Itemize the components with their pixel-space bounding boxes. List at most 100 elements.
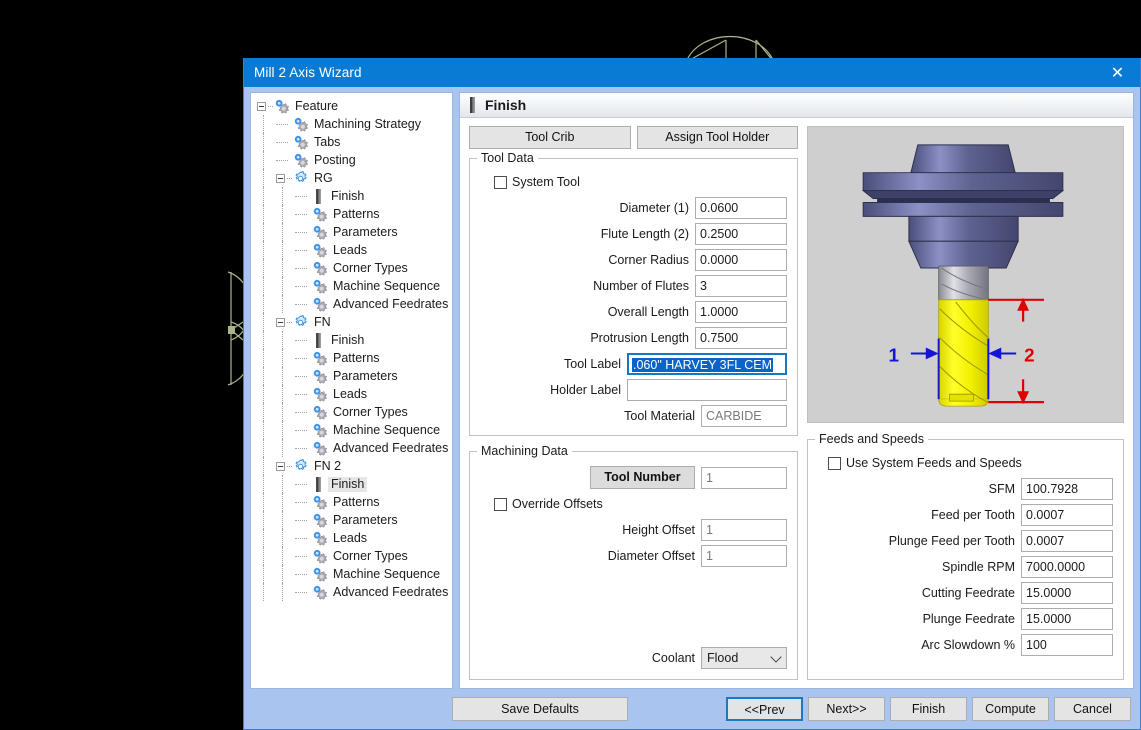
tool-number-button[interactable]: Tool Number <box>590 466 695 489</box>
feeds-field-input[interactable]: 100 <box>1021 634 1113 656</box>
feeds-field-value: 15.0000 <box>1026 612 1072 626</box>
tree-connector <box>295 411 307 413</box>
system-tool-checkbox[interactable] <box>494 175 507 189</box>
tree-item-feature[interactable]: Feature <box>253 97 452 115</box>
tool-crib-button[interactable]: Tool Crib <box>469 126 631 149</box>
feeds-field-input[interactable]: 15.0000 <box>1021 608 1113 630</box>
prev-button[interactable]: <<Prev <box>726 697 803 721</box>
tool-field-input[interactable]: 1.0000 <box>695 301 787 323</box>
feeds-field-input[interactable]: 100.7928 <box>1021 478 1113 500</box>
tree-expander-collapse-icon[interactable] <box>257 101 266 111</box>
diameter-offset-value: 1 <box>706 549 713 563</box>
tree-item-patterns[interactable]: Patterns <box>253 349 452 367</box>
holder-label-input[interactable] <box>627 379 787 401</box>
tree-item-parameters[interactable]: Parameters <box>253 367 452 385</box>
feeds-field-label: Spindle RPM <box>942 560 1015 574</box>
left-column: Tool Crib Assign Tool Holder Tool Data S… <box>469 126 798 680</box>
diameter-offset-input: 1 <box>701 545 787 567</box>
tree-item-corner-types[interactable]: Corner Types <box>253 259 452 277</box>
next-button[interactable]: Next>> <box>808 697 885 721</box>
coolant-select[interactable]: Flood <box>701 647 787 669</box>
tree-item-label: Parameters <box>333 368 398 383</box>
tree-item-machine-sequence[interactable]: Machine Sequence <box>253 565 452 583</box>
tree-item-machining-strategy[interactable]: Machining Strategy <box>253 115 452 133</box>
tree-connector <box>295 195 307 197</box>
tool-number-row: Tool Number 1 <box>480 466 787 489</box>
tool-field-input[interactable]: 0.7500 <box>695 327 787 349</box>
tree-item-machine-sequence[interactable]: Machine Sequence <box>253 421 452 439</box>
tool-label-input[interactable]: .060" HARVEY 3FL CEM <box>627 353 787 375</box>
tool-field-row: Number of Flutes 3 <box>480 275 787 297</box>
tree-item-leads[interactable]: Leads <box>253 241 452 259</box>
feeds-field-row: Feed per Tooth 0.0007 <box>818 504 1113 526</box>
gear-blue-icon <box>313 225 327 240</box>
tree-item-advanced-feedrates[interactable]: Advanced Feedrates <box>253 295 452 313</box>
tree-item-patterns[interactable]: Patterns <box>253 205 452 223</box>
tree-connector <box>295 357 307 359</box>
chevron-down-icon <box>770 651 782 663</box>
system-tool-label: System Tool <box>512 175 580 189</box>
tree-item-label: Finish <box>328 476 368 492</box>
tool-field-value: 0.0600 <box>700 201 739 215</box>
tree-expander-collapse-icon[interactable] <box>276 173 285 183</box>
feeds-and-speeds-fields: SFM 100.7928 Feed per Tooth 0.0007 Plunge Fe… <box>818 478 1113 656</box>
tree-item-posting[interactable]: Posting <box>253 151 452 169</box>
tree-item-advanced-feedrates[interactable]: Advanced Feedrates <box>253 439 452 457</box>
use-system-feeds-checkbox[interactable] <box>828 456 841 470</box>
tree-item-finish[interactable]: Finish <box>253 187 452 205</box>
tree-expander-collapse-icon[interactable] <box>276 461 285 471</box>
tool-field-input[interactable]: 0.2500 <box>695 223 787 245</box>
tree-item-fn[interactable]: FN <box>253 313 452 331</box>
tree-item-parameters[interactable]: Parameters <box>253 511 452 529</box>
use-system-feeds-row[interactable]: Use System Feeds and Speeds <box>828 456 1113 470</box>
tool-preview-image: 1 2 <box>807 126 1124 423</box>
tree-item-advanced-feedrates[interactable]: Advanced Feedrates <box>253 583 452 601</box>
tree-item-patterns[interactable]: Patterns <box>253 493 452 511</box>
tree-item-finish[interactable]: Finish <box>253 475 452 493</box>
tool-field-input[interactable]: 0.0000 <box>695 249 787 271</box>
assign-tool-holder-button[interactable]: Assign Tool Holder <box>636 126 798 149</box>
cancel-button[interactable]: Cancel <box>1054 697 1131 721</box>
tool-buttons-row: Tool Crib Assign Tool Holder <box>469 126 798 149</box>
compute-button[interactable]: Compute <box>972 697 1049 721</box>
tree-item-leads[interactable]: Leads <box>253 385 452 403</box>
tool-icon <box>316 476 321 492</box>
tree-item-parameters[interactable]: Parameters <box>253 223 452 241</box>
gear-outline-icon <box>295 314 307 326</box>
tree-item-label: Advanced Feedrates <box>333 584 449 599</box>
feeds-field-row: Cutting Feedrate 15.0000 <box>818 582 1113 604</box>
tree-item-fn-2[interactable]: FN 2 <box>253 457 452 475</box>
tree-item-rg[interactable]: RG <box>253 169 452 187</box>
close-icon[interactable]: ✕ <box>1095 58 1140 87</box>
feeds-field-row: Plunge Feedrate 15.0000 <box>818 608 1113 630</box>
tool-field-value: 1.0000 <box>700 305 739 319</box>
tree-item-machine-sequence[interactable]: Machine Sequence <box>253 277 452 295</box>
tool-field-input[interactable]: 3 <box>695 275 787 297</box>
machining-data-group: Machining Data Tool Number 1 Override Of… <box>469 444 798 680</box>
coolant-row: Coolant Flood <box>480 647 787 669</box>
tool-field-input[interactable]: 0.0600 <box>695 197 787 219</box>
feeds-field-input[interactable]: 0.0007 <box>1021 504 1113 526</box>
tree-item-finish[interactable]: Finish <box>253 331 452 349</box>
gear-blue-icon <box>313 531 327 546</box>
gear-blue-icon <box>313 351 327 366</box>
feature-tree-panel[interactable]: Feature Machining Strategy Tabs Posting RG Fi… <box>250 92 453 689</box>
tree-item-corner-types[interactable]: Corner Types <box>253 547 452 565</box>
tree-expander-collapse-icon[interactable] <box>276 317 285 327</box>
override-offsets-row[interactable]: Override Offsets <box>494 497 787 511</box>
tool-material-row: Tool Material CARBIDE <box>480 405 787 427</box>
tree-connector <box>295 447 307 449</box>
feeds-field-input[interactable]: 0.0007 <box>1021 530 1113 552</box>
finish-button[interactable]: Finish <box>890 697 967 721</box>
save-defaults-button[interactable]: Save Defaults <box>452 697 628 721</box>
system-tool-row[interactable]: System Tool <box>494 175 787 189</box>
tree-item-tabs[interactable]: Tabs <box>253 133 452 151</box>
tree-item-leads[interactable]: Leads <box>253 529 452 547</box>
tree-connector <box>295 501 307 503</box>
override-offsets-checkbox[interactable] <box>494 497 507 511</box>
feeds-field-input[interactable]: 7000.0000 <box>1021 556 1113 578</box>
feeds-field-input[interactable]: 15.0000 <box>1021 582 1113 604</box>
gear-blue-icon <box>313 387 327 402</box>
tree-item-corner-types[interactable]: Corner Types <box>253 403 452 421</box>
feeds-and-speeds-group: Feeds and Speeds Use System Feeds and Sp… <box>807 432 1124 680</box>
